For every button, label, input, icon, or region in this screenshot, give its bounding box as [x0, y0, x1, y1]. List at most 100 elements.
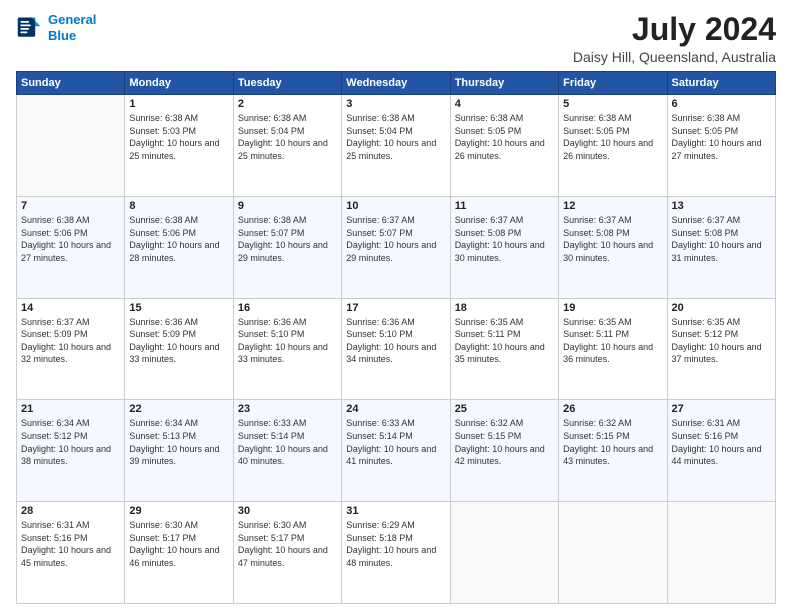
cell-date-number: 16 [238, 302, 337, 314]
cell-info: Sunrise: 6:38 AMSunset: 5:07 PMDaylight:… [238, 214, 337, 264]
title-block: July 2024 Daisy Hill, Queensland, Austra… [573, 12, 776, 65]
cell-date-number: 5 [563, 98, 662, 110]
cell-date-number: 2 [238, 98, 337, 110]
header: General Blue July 2024 Daisy Hill, Queen… [16, 12, 776, 65]
cell-date-number: 12 [563, 200, 662, 212]
calendar-cell: 26 Sunrise: 6:32 AMSunset: 5:15 PMDayligh… [559, 400, 667, 502]
cell-date-number: 1 [129, 98, 228, 110]
cell-date-number: 14 [21, 302, 120, 314]
calendar-cell: 23 Sunrise: 6:33 AMSunset: 5:14 PMDayligh… [233, 400, 341, 502]
cell-info: Sunrise: 6:35 AMSunset: 5:12 PMDaylight:… [672, 316, 771, 366]
month-year-title: July 2024 [573, 12, 776, 47]
logo-text: General Blue [48, 12, 96, 43]
calendar-table: SundayMondayTuesdayWednesdayThursdayFrid… [16, 71, 776, 604]
calendar-cell: 20 Sunrise: 6:35 AMSunset: 5:12 PMDayligh… [667, 298, 775, 400]
calendar-cell: 15 Sunrise: 6:36 AMSunset: 5:09 PMDayligh… [125, 298, 233, 400]
cell-date-number: 19 [563, 302, 662, 314]
cell-info: Sunrise: 6:37 AMSunset: 5:08 PMDaylight:… [563, 214, 662, 264]
calendar-cell: 25 Sunrise: 6:32 AMSunset: 5:15 PMDayligh… [450, 400, 558, 502]
calendar-cell: 10 Sunrise: 6:37 AMSunset: 5:07 PMDayligh… [342, 196, 450, 298]
cell-date-number: 11 [455, 200, 554, 212]
cell-info: Sunrise: 6:29 AMSunset: 5:18 PMDaylight:… [346, 519, 445, 569]
cell-date-number: 26 [563, 403, 662, 415]
cell-date-number: 29 [129, 505, 228, 517]
cell-info: Sunrise: 6:33 AMSunset: 5:14 PMDaylight:… [346, 417, 445, 467]
calendar-cell: 5Sunrise: 6:38 AMSunset: 5:05 PMDaylight… [559, 95, 667, 197]
cell-info: Sunrise: 6:36 AMSunset: 5:09 PMDaylight:… [129, 316, 228, 366]
cell-info: Sunrise: 6:35 AMSunset: 5:11 PMDaylight:… [563, 316, 662, 366]
calendar-cell: 1 Sunrise: 6:38 AMSunset: 5:03 PMDaylight… [125, 95, 233, 197]
calendar-header-row: SundayMondayTuesdayWednesdayThursdayFrid… [17, 72, 776, 95]
cell-info: Sunrise: 6:36 AMSunset: 5:10 PMDaylight:… [238, 316, 337, 366]
cell-date-number: 27 [672, 403, 771, 415]
cell-date-number: 23 [238, 403, 337, 415]
cell-info: Sunrise: 6:38 AMSunset: 5:05 PMDaylight:… [672, 112, 771, 162]
cell-date-number: 17 [346, 302, 445, 314]
cell-info: Sunrise: 6:32 AMSunset: 5:15 PMDaylight:… [563, 417, 662, 467]
calendar-cell [17, 95, 125, 197]
calendar-cell: 3 Sunrise: 6:38 AMSunset: 5:04 PMDaylight… [342, 95, 450, 197]
day-header-friday: Friday [559, 72, 667, 95]
cell-info: Sunrise: 6:30 AMSunset: 5:17 PMDaylight:… [238, 519, 337, 569]
cell-info: Sunrise: 6:37 AMSunset: 5:09 PMDaylight:… [21, 316, 120, 366]
calendar-cell: 8 Sunrise: 6:38 AMSunset: 5:06 PMDaylight… [125, 196, 233, 298]
cell-info: Sunrise: 6:34 AMSunset: 5:13 PMDaylight:… [129, 417, 228, 467]
cell-date-number: 31 [346, 505, 445, 517]
calendar-cell: 31 Sunrise: 6:29 AMSunset: 5:18 PMDayligh… [342, 502, 450, 604]
logo: General Blue [16, 12, 96, 43]
cell-info: Sunrise: 6:32 AMSunset: 5:15 PMDaylight:… [455, 417, 554, 467]
cell-date-number: 18 [455, 302, 554, 314]
cell-info: Sunrise: 6:31 AMSunset: 5:16 PMDaylight:… [21, 519, 120, 569]
calendar-week-row: 14 Sunrise: 6:37 AMSunset: 5:09 PMDayligh… [17, 298, 776, 400]
cell-date-number: 15 [129, 302, 228, 314]
calendar-cell: 27 Sunrise: 6:31 AMSunset: 5:16 PMDayligh… [667, 400, 775, 502]
calendar-cell: 2Sunrise: 6:38 AMSunset: 5:04 PMDaylight… [233, 95, 341, 197]
cell-info: Sunrise: 6:37 AMSunset: 5:08 PMDaylight:… [455, 214, 554, 264]
cell-info: Sunrise: 6:34 AMSunset: 5:12 PMDaylight:… [21, 417, 120, 467]
logo-icon [16, 14, 44, 42]
cell-date-number: 10 [346, 200, 445, 212]
cell-date-number: 13 [672, 200, 771, 212]
cell-info: Sunrise: 6:33 AMSunset: 5:14 PMDaylight:… [238, 417, 337, 467]
calendar-week-row: 21 Sunrise: 6:34 AMSunset: 5:12 PMDayligh… [17, 400, 776, 502]
cell-info: Sunrise: 6:35 AMSunset: 5:11 PMDaylight:… [455, 316, 554, 366]
cell-info: Sunrise: 6:30 AMSunset: 5:17 PMDaylight:… [129, 519, 228, 569]
day-header-tuesday: Tuesday [233, 72, 341, 95]
calendar-cell: 19 Sunrise: 6:35 AMSunset: 5:11 PMDayligh… [559, 298, 667, 400]
day-header-wednesday: Wednesday [342, 72, 450, 95]
calendar-cell: 4Sunrise: 6:38 AMSunset: 5:05 PMDaylight… [450, 95, 558, 197]
cell-date-number: 22 [129, 403, 228, 415]
calendar-cell: 21 Sunrise: 6:34 AMSunset: 5:12 PMDayligh… [17, 400, 125, 502]
calendar-cell: 28 Sunrise: 6:31 AMSunset: 5:16 PMDayligh… [17, 502, 125, 604]
cell-info: Sunrise: 6:37 AMSunset: 5:07 PMDaylight:… [346, 214, 445, 264]
calendar-cell: 11 Sunrise: 6:37 AMSunset: 5:08 PMDayligh… [450, 196, 558, 298]
cell-info: Sunrise: 6:38 AMSunset: 5:03 PMDaylight:… [129, 112, 228, 162]
cell-date-number: 4 [455, 98, 554, 110]
calendar-cell: 12 Sunrise: 6:37 AMSunset: 5:08 PMDayligh… [559, 196, 667, 298]
calendar-cell: 29 Sunrise: 6:30 AMSunset: 5:17 PMDayligh… [125, 502, 233, 604]
calendar-cell [667, 502, 775, 604]
calendar-cell: 13Sunrise: 6:37 AMSunset: 5:08 PMDayligh… [667, 196, 775, 298]
day-header-saturday: Saturday [667, 72, 775, 95]
cell-info: Sunrise: 6:31 AMSunset: 5:16 PMDaylight:… [672, 417, 771, 467]
calendar-cell: 6 Sunrise: 6:38 AMSunset: 5:05 PMDaylight… [667, 95, 775, 197]
calendar-cell: 30 Sunrise: 6:30 AMSunset: 5:17 PMDayligh… [233, 502, 341, 604]
cell-date-number: 24 [346, 403, 445, 415]
cell-date-number: 30 [238, 505, 337, 517]
calendar-cell: 16 Sunrise: 6:36 AMSunset: 5:10 PMDayligh… [233, 298, 341, 400]
cell-date-number: 21 [21, 403, 120, 415]
cell-date-number: 8 [129, 200, 228, 212]
cell-info: Sunrise: 6:38 AMSunset: 5:04 PMDaylight:… [346, 112, 445, 162]
cell-info: Sunrise: 6:38 AMSunset: 5:06 PMDaylight:… [129, 214, 228, 264]
cell-date-number: 7 [21, 200, 120, 212]
calendar-week-row: 7 Sunrise: 6:38 AMSunset: 5:06 PMDaylight… [17, 196, 776, 298]
cell-date-number: 28 [21, 505, 120, 517]
cell-date-number: 6 [672, 98, 771, 110]
cell-date-number: 3 [346, 98, 445, 110]
day-header-monday: Monday [125, 72, 233, 95]
cell-date-number: 25 [455, 403, 554, 415]
calendar-cell: 24 Sunrise: 6:33 AMSunset: 5:14 PMDayligh… [342, 400, 450, 502]
calendar-cell: 17Sunrise: 6:36 AMSunset: 5:10 PMDayligh… [342, 298, 450, 400]
cell-date-number: 20 [672, 302, 771, 314]
calendar-cell: 9Sunrise: 6:38 AMSunset: 5:07 PMDaylight… [233, 196, 341, 298]
